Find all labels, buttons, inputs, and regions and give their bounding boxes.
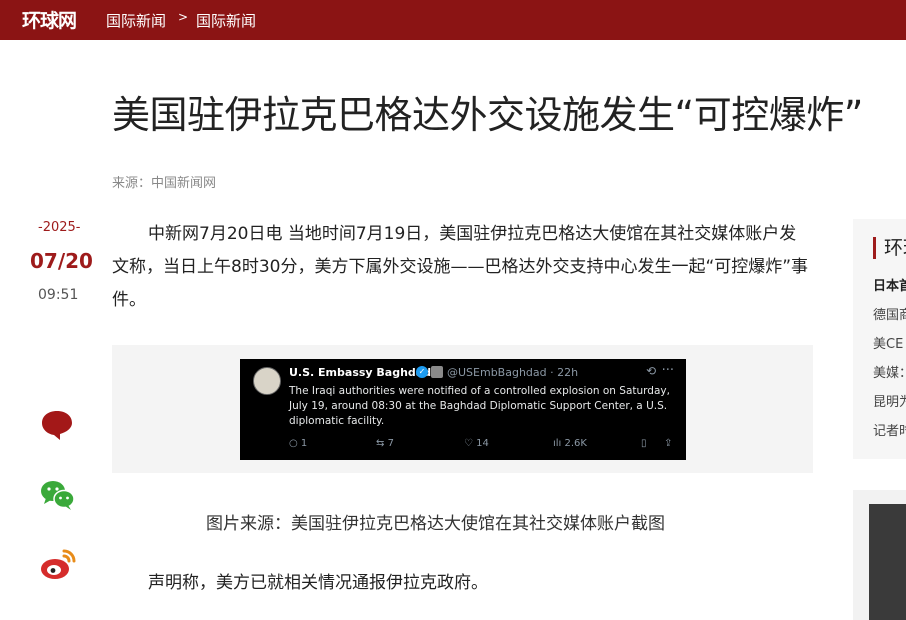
site-logo[interactable]: 环球网 bbox=[22, 6, 77, 33]
sidebar-title: 环球 bbox=[873, 237, 906, 259]
views-count: 2.6K bbox=[564, 438, 587, 449]
tweet-screenshot: U.S. Embassy Baghdad ✓ @USEmbBaghdad · 2… bbox=[240, 359, 686, 460]
publish-date: 07/20 bbox=[30, 249, 93, 273]
grok-icon: ⟲ bbox=[645, 364, 656, 378]
reply-count: 1 bbox=[300, 438, 308, 449]
verified-badge-icon: ✓ bbox=[416, 366, 428, 378]
comment-icon[interactable] bbox=[40, 407, 74, 441]
publish-time: 09:51 bbox=[38, 287, 79, 303]
article-paragraph: 中新网7月20日电 当地时间7月19日，美国驻伊拉克巴格达大使馆在其社交媒体账户… bbox=[112, 224, 809, 310]
government-badge-icon bbox=[431, 366, 443, 378]
more-icon: ··· bbox=[661, 363, 674, 378]
embassy-seal-avatar bbox=[253, 367, 281, 395]
reply-icon: ○ 1 bbox=[289, 438, 308, 449]
sidebar-news-item[interactable]: 昆明为 bbox=[873, 391, 906, 410]
image-caption: 图片来源：美国驻伊拉克巴格达大使馆在其社交媒体账户截图 bbox=[206, 514, 665, 534]
sidebar-hot-news: 环球 日本首 德国商 美CE 美媒： 昆明为 记者时 bbox=[853, 219, 906, 459]
sidebar-news-item[interactable]: 美媒： bbox=[873, 362, 906, 381]
weibo-icon[interactable] bbox=[40, 547, 76, 581]
views-icon: ılı 2.6K bbox=[553, 438, 587, 449]
breadcrumb-separator: > bbox=[178, 10, 189, 24]
article-paragraph-2: 声明称，美方已就相关情况通报伊拉克政府。 bbox=[148, 573, 488, 593]
retweet-icon: ⇆ 7 bbox=[376, 438, 394, 449]
tweet-author-name: U.S. Embassy Baghdad bbox=[289, 366, 432, 379]
sidebar-news-item[interactable]: 德国商 bbox=[873, 304, 906, 323]
sidebar-image-card bbox=[853, 490, 906, 620]
tweet-text: The Iraqi authorities were notified of a… bbox=[289, 385, 670, 427]
retweet-count: 7 bbox=[387, 438, 394, 449]
share-icon: ⇪ bbox=[664, 438, 673, 449]
bookmark-icon: ▯ bbox=[641, 438, 647, 449]
tweet-handle: @USEmbBaghdad · 22h bbox=[447, 366, 579, 379]
sidebar-news-item[interactable]: 日本首 bbox=[873, 275, 906, 294]
article-source: 来源：中国新闻网 bbox=[112, 176, 217, 191]
article-title: 美国驻伊拉克巴格达外交设施发生“可控爆炸” bbox=[112, 93, 863, 137]
breadcrumb-item-international-current[interactable]: 国际新闻 bbox=[196, 10, 256, 31]
publish-year: -2025- bbox=[38, 220, 81, 235]
sidebar-news-item[interactable]: 美CE bbox=[873, 333, 903, 352]
breadcrumb-item-international[interactable]: 国际新闻 bbox=[106, 10, 166, 31]
sidebar-thumbnail[interactable] bbox=[869, 504, 906, 620]
wechat-icon[interactable] bbox=[40, 478, 75, 512]
sidebar-news-item[interactable]: 记者时 bbox=[873, 420, 906, 439]
top-nav-bar: 环球网 国际新闻 > 国际新闻 bbox=[0, 0, 906, 40]
like-count: 14 bbox=[476, 438, 489, 449]
like-icon: ♡ 14 bbox=[464, 438, 489, 449]
